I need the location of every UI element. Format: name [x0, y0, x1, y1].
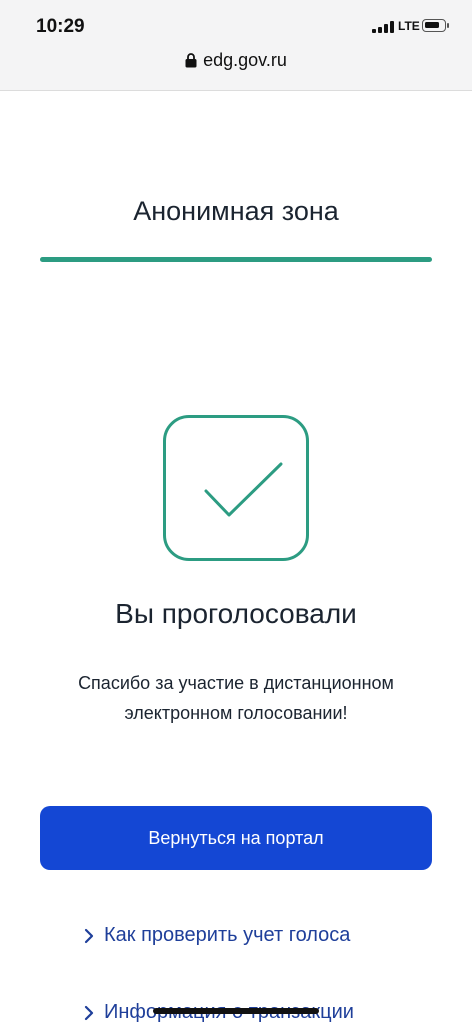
success-heading: Вы проголосовали [115, 598, 357, 629]
message-line-2: электронном голосовании! [124, 703, 348, 723]
chevron-right-icon [84, 928, 94, 944]
status-time: 10:29 [36, 16, 85, 37]
home-indicator[interactable] [153, 1008, 319, 1014]
status-bar: 10:29 LTE edg.gov.ru [0, 0, 472, 91]
checkmark-icon [163, 415, 309, 561]
message-line-1: Спасибо за участие в дистанционном [78, 673, 394, 693]
signal-icon [372, 21, 394, 33]
progress-fill [40, 257, 432, 262]
return-to-portal-button[interactable]: Вернуться на портал [40, 806, 432, 870]
chevron-right-icon [84, 1005, 94, 1021]
link-label: Как проверить учет голоса [104, 924, 351, 946]
success-message: Спасибо за участие в дистанционном элект… [40, 668, 432, 728]
progress-bar [40, 257, 432, 262]
how-to-verify-vote-link[interactable]: Как проверить учет голоса [84, 924, 350, 947]
battery-icon [422, 19, 449, 32]
lock-icon [185, 52, 197, 73]
network-type: LTE [398, 19, 420, 33]
url-text: edg.gov.ru [203, 50, 287, 70]
battery-level [425, 22, 439, 28]
address-bar[interactable]: edg.gov.ru [0, 50, 472, 73]
page-title: Анонимная зона [133, 196, 339, 226]
